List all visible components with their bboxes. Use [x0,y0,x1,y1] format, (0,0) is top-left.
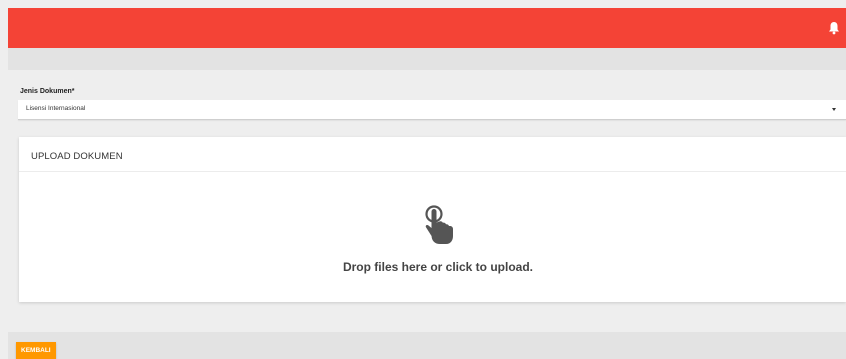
document-type-select[interactable]: Lisensi Internasional [18,100,846,120]
caret-down-icon [832,108,836,111]
document-type-value: Lisensi Internasional [26,105,86,112]
bell-icon[interactable] [828,21,840,35]
sub-header-bar [8,48,846,70]
upload-card-header: UPLOAD DOKUMEN [19,137,846,172]
upload-card: UPLOAD DOKUMEN Drop files here or click … [19,137,846,302]
document-type-label: Jenis Dokumen* [20,88,75,95]
upload-dropzone[interactable]: Drop files here or click to upload. [19,172,846,302]
top-app-bar [8,8,846,48]
upload-instructions: Drop files here or click to upload. [342,260,534,274]
upload-card-title: UPLOAD DOKUMEN [31,151,123,162]
hand-pointer-icon [425,205,453,244]
footer-bar: KEMBALI [8,332,846,359]
main-content: Jenis Dokumen* Lisensi Internasional UPL… [8,70,846,332]
back-button[interactable]: KEMBALI [16,342,56,359]
